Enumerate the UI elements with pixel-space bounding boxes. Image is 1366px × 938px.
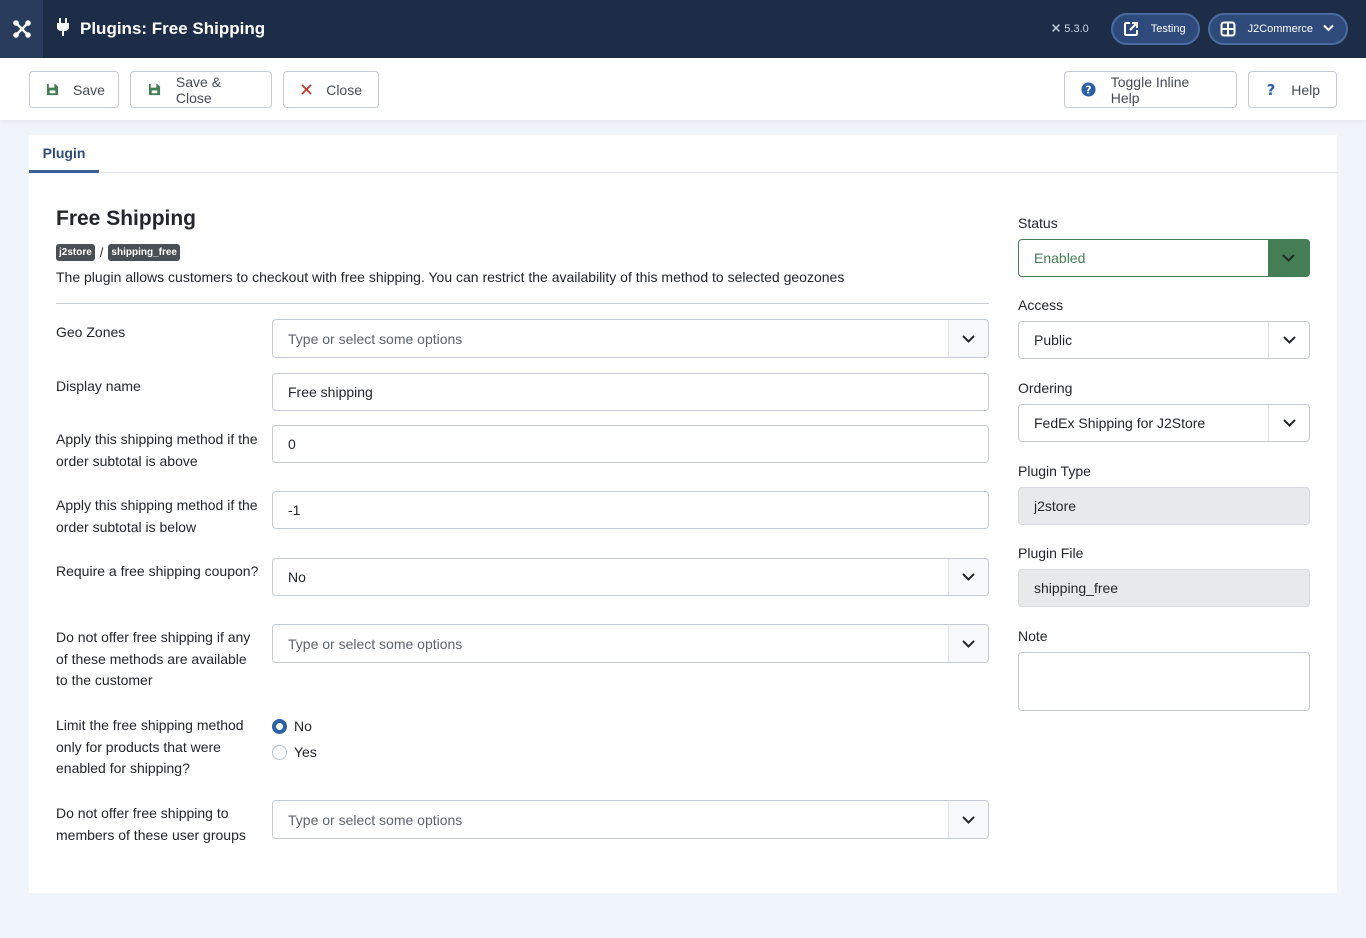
divider xyxy=(56,303,989,304)
subtotal-below-label: Apply this shipping method if the order … xyxy=(56,497,258,535)
save-icon xyxy=(147,82,162,98)
limit-products-option-yes[interactable]: Yes xyxy=(272,744,317,760)
note-label: Note xyxy=(1018,628,1048,644)
close-button[interactable]: Close xyxy=(283,71,379,108)
chevron-down-icon[interactable] xyxy=(1268,322,1309,358)
chevron-down-icon[interactable] xyxy=(948,625,988,662)
user-menu-label: J2Commerce xyxy=(1247,23,1313,35)
display-name-label: Display name xyxy=(56,378,141,394)
plugin-file-label: Plugin File xyxy=(1018,545,1084,561)
status-select[interactable]: Enabled xyxy=(1018,239,1310,277)
version-label: 5.3.0 xyxy=(1051,23,1089,36)
site-link-button[interactable]: Testing xyxy=(1110,13,1200,45)
badge-group: j2store xyxy=(56,244,95,261)
site-link-label: Testing xyxy=(1150,23,1186,35)
subtotal-above-label: Apply this shipping method if the order … xyxy=(56,431,258,469)
exclude-groups-label: Do not offer free shipping to members of… xyxy=(56,805,246,843)
badge-element: shipping_free xyxy=(108,244,180,261)
status-label: Status xyxy=(1018,215,1058,231)
geo-zones-select[interactable]: Type or select some options xyxy=(272,319,989,358)
version-text: 5.3.0 xyxy=(1064,23,1089,35)
help-label: Help xyxy=(1291,81,1320,98)
plug-icon xyxy=(56,17,70,41)
ordering-label: Ordering xyxy=(1018,380,1073,396)
display-name-input[interactable]: Free shipping xyxy=(272,373,989,411)
save-close-label: Save & Close xyxy=(175,73,222,106)
toggle-help-label: Toggle Inline Help xyxy=(1110,73,1190,106)
plugin-description: The plugin allows customers to checkout … xyxy=(56,269,845,285)
subtotal-above-value: 0 xyxy=(288,436,296,452)
toolbar: Save Save & Close Close ? Toggle Inline … xyxy=(0,58,1366,120)
tab-plugin[interactable]: Plugin xyxy=(29,135,99,173)
access-select[interactable]: Public xyxy=(1018,321,1310,359)
option-label: No xyxy=(294,718,312,734)
exclude-methods-placeholder: Type or select some options xyxy=(288,635,463,652)
access-label: Access xyxy=(1018,297,1064,313)
subtotal-above-input[interactable]: 0 xyxy=(272,425,989,463)
app-header: Plugins: Free Shipping 5.3.0 Testing J2C… xyxy=(0,0,1366,58)
require-coupon-label: Require a free shipping coupon? xyxy=(56,563,259,579)
subtotal-below-value: -1 xyxy=(288,502,301,518)
badge-separator: / xyxy=(99,245,104,260)
exclude-groups-placeholder: Type or select some options xyxy=(288,811,463,828)
plugin-type-label: Plugin Type xyxy=(1018,463,1091,479)
note-textarea[interactable] xyxy=(1018,652,1310,711)
help-button[interactable]: ? Help xyxy=(1248,71,1337,108)
plugin-title: Free Shipping xyxy=(56,207,197,230)
subtotal-below-input[interactable]: -1 xyxy=(272,491,989,529)
geo-zones-label: Geo Zones xyxy=(56,324,126,340)
option-label: Yes xyxy=(294,744,317,760)
geo-zones-placeholder: Type or select some options xyxy=(288,330,463,347)
radio-unselected-icon[interactable] xyxy=(272,744,287,760)
user-menu-button[interactable]: J2Commerce xyxy=(1207,13,1348,45)
radio-selected-icon[interactable] xyxy=(272,718,287,734)
ordering-select[interactable]: FedEx Shipping for J2Store xyxy=(1018,404,1310,442)
question-icon: ? xyxy=(1265,82,1277,98)
save-label: Save xyxy=(73,81,105,98)
tab-bar: Plugin xyxy=(29,135,1337,173)
question-circle-icon: ? xyxy=(1081,82,1097,98)
chevron-down-icon[interactable] xyxy=(948,801,988,838)
close-icon xyxy=(300,82,312,98)
chevron-down-icon[interactable] xyxy=(948,320,988,357)
external-link-icon xyxy=(1121,19,1141,39)
joomla-logo-icon[interactable] xyxy=(0,0,43,58)
require-coupon-select[interactable]: No xyxy=(272,558,989,596)
chevron-down-icon xyxy=(1323,23,1334,35)
save-icon xyxy=(46,82,59,98)
exclude-groups-select[interactable]: Type or select some options xyxy=(272,800,989,839)
plugin-type-value: j2store xyxy=(1034,498,1077,514)
exclude-methods-select[interactable]: Type or select some options xyxy=(272,624,989,663)
svg-text:?: ? xyxy=(1086,84,1092,96)
plugin-form-card: Plugin Free Shipping j2store / shipping_… xyxy=(29,135,1337,893)
joomla-small-icon xyxy=(1051,23,1061,36)
grid-icon xyxy=(1218,19,1238,39)
limit-products-label: Limit the free shipping method only for … xyxy=(56,717,244,776)
chevron-down-icon[interactable] xyxy=(948,559,988,595)
svg-text:?: ? xyxy=(1267,82,1276,97)
exclude-methods-label: Do not offer free shipping if any of the… xyxy=(56,629,251,688)
close-label: Close xyxy=(326,81,362,98)
toggle-inline-help-button[interactable]: ? Toggle Inline Help xyxy=(1064,71,1237,108)
require-coupon-value: No xyxy=(288,569,306,585)
plugin-type-field: j2store xyxy=(1018,487,1310,525)
limit-products-option-no[interactable]: No xyxy=(272,718,312,734)
plugin-file-value: shipping_free xyxy=(1034,580,1119,596)
access-value: Public xyxy=(1034,332,1073,348)
display-name-value: Free shipping xyxy=(288,384,373,400)
chevron-down-icon[interactable] xyxy=(1268,405,1309,441)
status-value: Enabled xyxy=(1034,250,1086,266)
chevron-down-icon[interactable] xyxy=(1268,240,1309,276)
page-title-text: Plugins: Free Shipping xyxy=(80,19,266,38)
save-close-button[interactable]: Save & Close xyxy=(130,71,272,108)
page-title: Plugins: Free Shipping xyxy=(56,0,265,58)
plugin-file-field: shipping_free xyxy=(1018,569,1310,607)
ordering-value: FedEx Shipping for J2Store xyxy=(1034,415,1206,431)
plugin-badges: j2store / shipping_free xyxy=(56,244,180,261)
save-button[interactable]: Save xyxy=(29,71,119,108)
